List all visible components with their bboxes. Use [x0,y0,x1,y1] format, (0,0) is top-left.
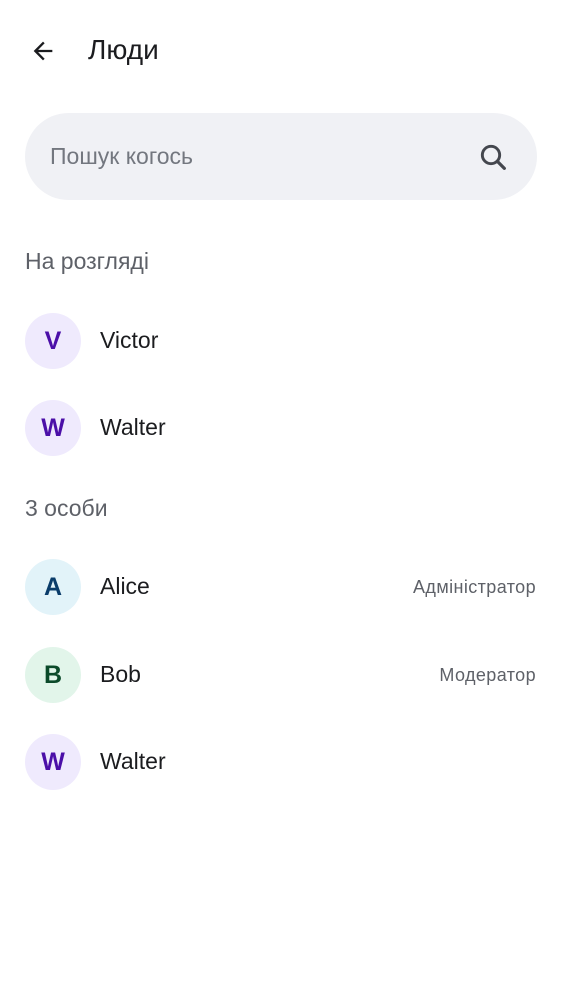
avatar-initial: B [43,660,63,689]
avatar-initial: W [41,413,65,442]
member-list-item[interactable]: A Alice Адміністратор [0,545,562,629]
members-section-heading: 3 особи [25,495,108,521]
member-name: Bob [100,661,141,687]
search-bar[interactable] [25,113,537,200]
avatar-initial: W [41,747,65,776]
avatar: V [25,313,81,369]
pending-list-item[interactable]: V Victor [0,299,562,383]
member-name: Walter [100,414,166,440]
member-list-item[interactable]: W Walter [0,720,562,804]
avatar-initial: A [43,572,63,601]
search-input[interactable] [50,113,470,200]
member-list-item[interactable]: B Bob Модератор [0,633,562,717]
avatar: W [25,734,81,790]
member-name: Alice [100,573,150,599]
arrow-left-icon [33,41,53,61]
avatar: W [25,400,81,456]
pending-section-heading: На розгляді [25,248,149,274]
role-label: Модератор [439,665,536,685]
role-label: Адміністратор [413,577,536,597]
page-title: Люди [88,34,159,65]
member-name: Walter [100,748,166,774]
avatar-initial: V [44,326,62,355]
member-name: Victor [100,327,159,353]
top-app-bar: Люди [0,0,562,100]
pending-list-item[interactable]: W Walter [0,386,562,470]
search-icon[interactable] [477,141,509,173]
avatar: B [25,647,81,703]
back-button[interactable] [22,30,64,72]
avatar: A [25,559,81,615]
